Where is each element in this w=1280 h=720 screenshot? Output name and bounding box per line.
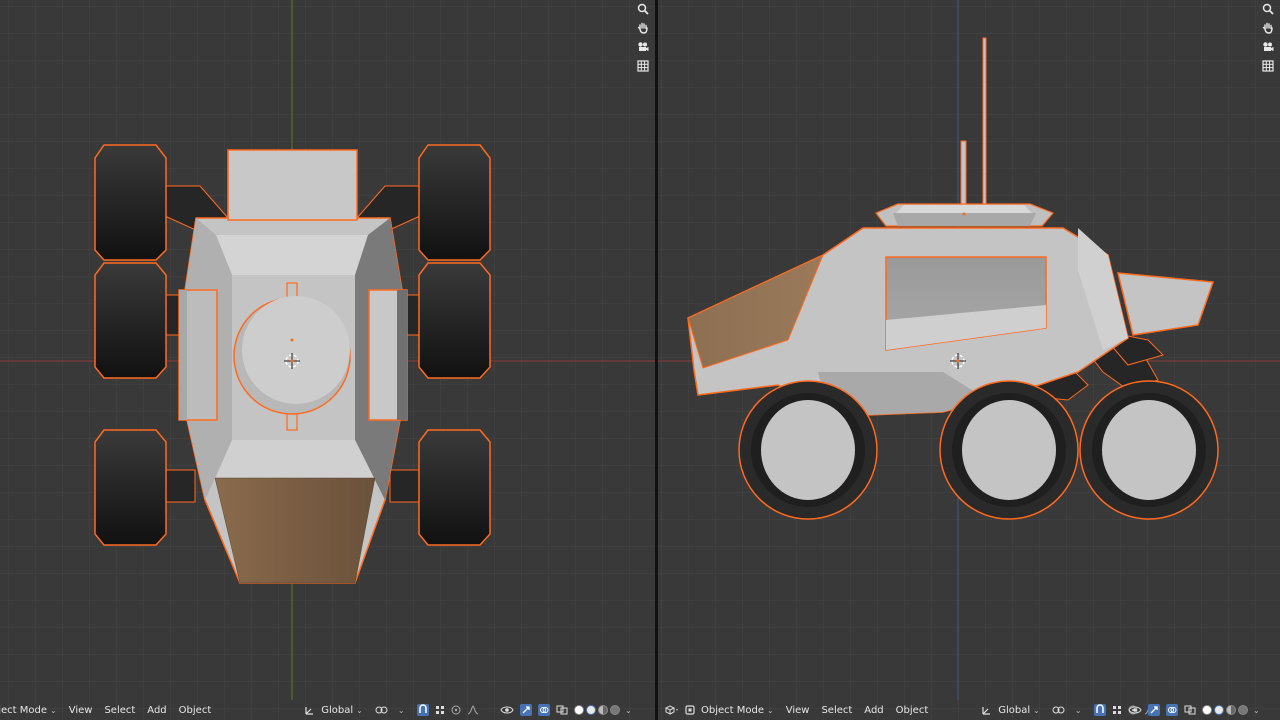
right-header-right-tools: ⌄ (1128, 700, 1260, 720)
snap-target-icon[interactable] (1112, 700, 1122, 720)
mode-selector[interactable]: Object Mode ⌄ (685, 700, 774, 720)
overlay-toggle-icon[interactable] (1166, 700, 1178, 720)
pivot-selector[interactable]: ⌄ (1052, 700, 1082, 720)
menu-object[interactable]: Object (896, 700, 929, 720)
front-sensor-box (227, 149, 358, 221)
wireframe-shading-button[interactable] (574, 705, 584, 715)
proportional-edit-icon[interactable] (451, 700, 461, 720)
pivot-selector[interactable]: ⌄ (375, 700, 405, 720)
menu-add[interactable]: Add (147, 700, 166, 720)
rendered-shading-button[interactable] (610, 705, 620, 715)
wheel-rear (738, 380, 878, 520)
mode-label: Object Mode (0, 704, 47, 716)
rendered-shading-button[interactable] (1238, 705, 1248, 715)
wheel-rear-left (94, 429, 167, 546)
wheel-middle (939, 380, 1079, 520)
orientation-selector[interactable]: Global ⌄ (982, 700, 1040, 720)
short-antenna (960, 140, 967, 212)
wheel-mid-right (418, 262, 491, 379)
chevron-down-icon: ⌄ (50, 705, 57, 715)
pivot-icon (1052, 700, 1066, 720)
chevron-down-icon: ⌄ (1074, 705, 1082, 715)
solid-shading-button[interactable] (1214, 705, 1224, 715)
wheel-front (1079, 380, 1219, 520)
hull-front-bevel (216, 235, 368, 275)
camera-icon[interactable] (1260, 38, 1276, 55)
menu-add[interactable]: Add (864, 700, 883, 720)
wheel-rear-right (418, 429, 491, 546)
wireframe-shading-button[interactable] (1202, 705, 1212, 715)
orientation-icon (982, 700, 992, 720)
xray-icon[interactable] (1184, 700, 1196, 720)
left-viewport-canvas[interactable] (0, 0, 655, 720)
snap-icon[interactable] (416, 700, 429, 720)
menu-view[interactable]: View (786, 700, 810, 720)
hand-pan-icon[interactable] (635, 19, 651, 36)
visibility-icon[interactable] (500, 700, 514, 720)
chevron-down-icon: ⌄ (397, 705, 405, 715)
menu-select[interactable]: Select (104, 700, 135, 720)
pivot-icon (375, 700, 389, 720)
gizmo-toggle-icon[interactable] (1148, 700, 1160, 720)
zoom-icon[interactable] (635, 0, 651, 17)
chevron-down-icon: ⌄ (356, 705, 363, 715)
menu-object[interactable]: Object (179, 700, 212, 720)
wheels (738, 380, 1219, 520)
orientation-label: Global (998, 704, 1031, 716)
chevron-down-icon[interactable]: ⌄ (625, 706, 632, 715)
orientation-label: Global (321, 704, 354, 716)
menu-select[interactable]: Select (821, 700, 852, 720)
chevron-down-icon[interactable]: ⌄ (1253, 706, 1260, 715)
chevron-down-icon: ⌄ (1033, 705, 1040, 715)
material-shading-button[interactable] (598, 705, 608, 715)
overlay-toggle-icon[interactable] (538, 700, 550, 720)
mode-selector[interactable]: Object Mode ⌄ (0, 700, 57, 720)
wheel-mid-left (94, 262, 167, 379)
editor-type-icon[interactable] (665, 700, 679, 720)
navigation-gizmo (635, 0, 651, 74)
tall-antenna (982, 37, 987, 211)
solid-shading-button[interactable] (586, 705, 596, 715)
mode-label: Object Mode (701, 704, 764, 716)
hand-pan-icon[interactable] (1260, 19, 1276, 36)
right-3d-viewport[interactable]: Object Mode ⌄ View Select Add Object Glo… (658, 0, 1280, 720)
snap-target-icon[interactable] (435, 700, 445, 720)
xray-icon[interactable] (556, 700, 568, 720)
snap-icon[interactable] (1093, 700, 1106, 720)
material-shading-button[interactable] (1226, 705, 1236, 715)
rover-top-view[interactable] (94, 144, 491, 584)
right-viewport-header: Object Mode ⌄ View Select Add Object Glo… (658, 700, 1280, 720)
camera-icon[interactable] (635, 38, 651, 55)
grid-icon[interactable] (635, 57, 651, 74)
right-viewport-canvas[interactable] (658, 0, 1280, 720)
grid-icon[interactable] (1260, 57, 1276, 74)
wheel-front-right (418, 144, 491, 261)
left-header-right-tools: ⌄ (500, 700, 632, 720)
navigation-gizmo (1260, 0, 1276, 74)
orientation-icon (305, 700, 315, 720)
hull-rear-bevel (215, 440, 375, 480)
gizmo-toggle-icon[interactable] (520, 700, 532, 720)
menu-view[interactable]: View (69, 700, 93, 720)
left-viewport-header: Object Mode ⌄ View Select Add Object Glo… (0, 700, 655, 720)
orientation-selector[interactable]: Global ⌄ (305, 700, 363, 720)
chevron-down-icon: ⌄ (767, 705, 774, 715)
rear-brown-panel (214, 477, 376, 584)
zoom-icon[interactable] (1260, 0, 1276, 17)
object-mode-icon (685, 700, 695, 720)
wheel-front-left (94, 144, 167, 261)
visibility-icon[interactable] (1128, 700, 1142, 720)
left-3d-viewport[interactable]: Object Mode ⌄ View Select Add Object Glo… (0, 0, 655, 720)
falloff-icon[interactable] (467, 700, 479, 720)
